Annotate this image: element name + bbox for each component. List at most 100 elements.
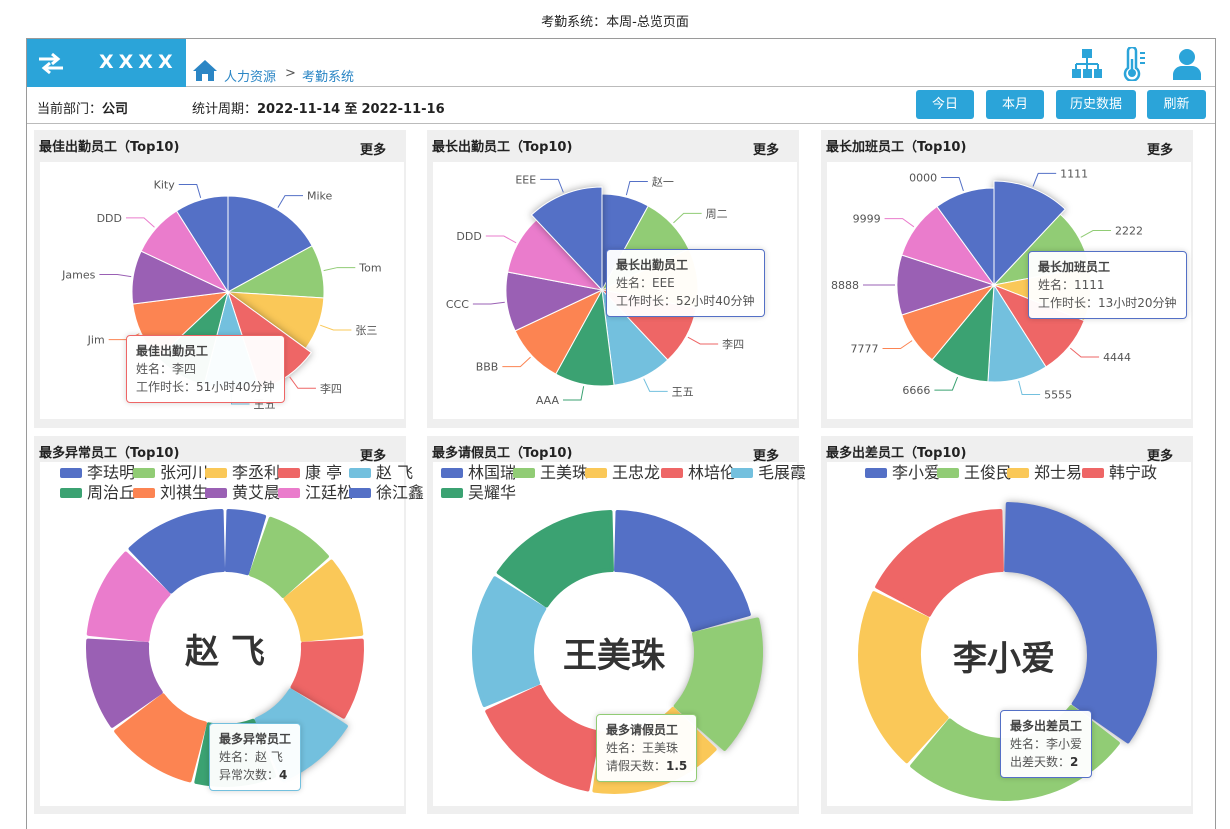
breadcrumb-separator: > (285, 66, 296, 81)
tooltip-name-value: 李四 (172, 362, 197, 376)
legend-label: 李珐明 (87, 463, 136, 482)
legend-label: 赵 飞 (376, 463, 414, 482)
chart-tooltip: 最多出差员工 姓名：李小爱 出差天数：2 (1000, 710, 1093, 778)
refresh-button[interactable]: 刷新 (1147, 90, 1206, 119)
legend-label: 毛展霞 (758, 463, 807, 482)
tooltip-value-label: 请假天数： (606, 759, 667, 773)
tooltip-name-label: 姓名： (616, 276, 653, 290)
user-icon[interactable] (1171, 47, 1203, 81)
tooltip-value-label: 工作时长： (136, 380, 197, 394)
tooltip-value: 2 (1070, 755, 1079, 769)
legend-label: 李丞利 (232, 463, 281, 482)
tooltip-line-value: 工作时长：52小时40分钟 (616, 292, 755, 310)
legend-label: 王俊民 (964, 463, 1013, 482)
this-month-button[interactable]: 本月 (986, 90, 1044, 119)
tooltip-value-label: 异常次数： (219, 768, 280, 782)
chart-tooltip: 最多异常员工 姓名：赵 飞异常次数：4 (209, 723, 302, 791)
donut-center-label: 李小爱 (953, 639, 1055, 679)
home-icon[interactable] (192, 58, 218, 82)
breadcrumb-hr[interactable]: 人力资源 (224, 66, 276, 85)
chart-tooltip: 最长出勤员工 姓名：EEE 工作时长：52小时40分钟 (606, 249, 765, 317)
more-link[interactable]: 更多 (1147, 139, 1173, 158)
more-link[interactable]: 更多 (753, 139, 779, 158)
tooltip-value: 1.5 (666, 759, 688, 773)
panel-title: 最多异常员工（Top10) (39, 446, 180, 461)
donut-center-label: 王美珠 (563, 636, 665, 676)
department-value: 公司 (102, 102, 129, 117)
top-bar: XXXX 人力资源 > 考勤系统 (27, 39, 1215, 87)
tooltip-value: 4 (279, 768, 288, 782)
legend-swatch (661, 468, 683, 478)
swap-icon[interactable] (37, 51, 65, 75)
chart-tooltip: 最长加班员工 姓名：1111 工作时长：13小时20分钟 (1028, 251, 1187, 319)
tooltip-line-value: 出差天数：2 (1010, 753, 1082, 771)
more-link[interactable]: 更多 (360, 139, 386, 158)
tooltip-value-label: 工作时长： (616, 294, 677, 308)
tooltip-name-label: 姓名： (1010, 737, 1047, 751)
department-info: 当前部门：公司 (37, 98, 128, 117)
tooltip-value: 51小时40分钟 (196, 380, 275, 394)
panel-title: 最长加班员工（Top10) (826, 140, 967, 155)
chart-tooltip: 最多请假员工 姓名：王美珠 请假天数：1.5 (596, 714, 698, 782)
history-data-button[interactable]: 历史数据 (1056, 90, 1136, 119)
legend-swatch (205, 468, 227, 478)
legend-label: 黄艾晨 (232, 483, 281, 502)
period-to: 至 (344, 102, 358, 117)
tooltip-name-value: 赵 飞 (255, 750, 283, 764)
tooltip-line-value: 请假天数：1.5 (606, 757, 687, 775)
tooltip-title: 最长出勤员工 (616, 258, 689, 272)
page-caption: 考勤系统：本周-总览页面 (541, 15, 689, 30)
legend-swatch (441, 488, 463, 498)
tooltip-title: 最长加班员工 (1038, 260, 1111, 274)
legend-label: 王忠龙 (612, 463, 661, 482)
today-button[interactable]: 今日 (916, 90, 974, 119)
tooltip-name-label: 姓名： (1038, 278, 1075, 292)
thermometer-icon[interactable] (1119, 47, 1151, 81)
tooltip-title: 最佳出勤员工 (136, 344, 209, 358)
org-chart-icon[interactable] (1071, 47, 1103, 81)
panel-title: 最佳出勤员工（Top10) (39, 140, 180, 155)
panel-title: 最多请假员工（Top10) (432, 446, 573, 461)
tooltip-value-label: 工作时长： (1038, 296, 1099, 310)
tooltip-line-value: 异常次数：4 (219, 766, 291, 784)
legend-swatch (278, 468, 300, 478)
legend-swatch (513, 468, 535, 478)
legend-label: 林培伦 (688, 463, 737, 482)
legend-label: 康 亭 (305, 463, 343, 482)
tooltip-value: 52小时40分钟 (676, 294, 755, 308)
tooltip-name-label: 姓名： (219, 750, 256, 764)
tooltip-name-value: 李小爱 (1046, 737, 1083, 751)
department-label: 当前部门： (37, 102, 103, 117)
legend-swatch (349, 488, 371, 498)
legend-label: 韩宁政 (1109, 463, 1158, 482)
brand-name: XXXX (99, 51, 178, 73)
legend-label: 张河川 (160, 463, 209, 482)
chart-tooltip: 最佳出勤员工 姓名：李四工作时长：51小时40分钟 (126, 335, 285, 403)
legend-label: 郑士易 (1034, 463, 1083, 482)
tooltip-name-label: 姓名： (606, 741, 643, 755)
tooltip-line-value: 工作时长：13小时20分钟 (1038, 294, 1177, 312)
tooltip-line-name: 姓名：李小爱 (1010, 735, 1082, 753)
tooltip-name-label: 姓名： (136, 362, 173, 376)
breadcrumb-attendance[interactable]: 考勤系统 (302, 66, 354, 85)
legend-swatch (278, 488, 300, 498)
donut-center-label: 赵 飞 (185, 632, 265, 672)
legend-swatch (1082, 468, 1104, 478)
legend-swatch (731, 468, 753, 478)
period-end: 2022-11-16 (361, 102, 445, 117)
tooltip-title: 最多出差员工 (1010, 719, 1083, 733)
tooltip-title: 最多请假员工 (606, 723, 679, 737)
legend-swatch (60, 468, 82, 478)
legend-swatch (441, 468, 463, 478)
legend-label: 吴耀华 (468, 483, 517, 502)
legend-label: 江廷松 (305, 483, 354, 502)
legend-label: 李小爱 (892, 463, 941, 482)
legend-label: 王美珠 (540, 463, 589, 482)
tooltip-line-name: 姓名：1111 (1038, 276, 1177, 294)
legend-swatch (1007, 468, 1029, 478)
legend-swatch (133, 468, 155, 478)
legend-swatch (865, 468, 887, 478)
legend-swatch (60, 488, 82, 498)
tooltip-value: 13小时20分钟 (1098, 296, 1177, 310)
legend-swatch (133, 488, 155, 498)
